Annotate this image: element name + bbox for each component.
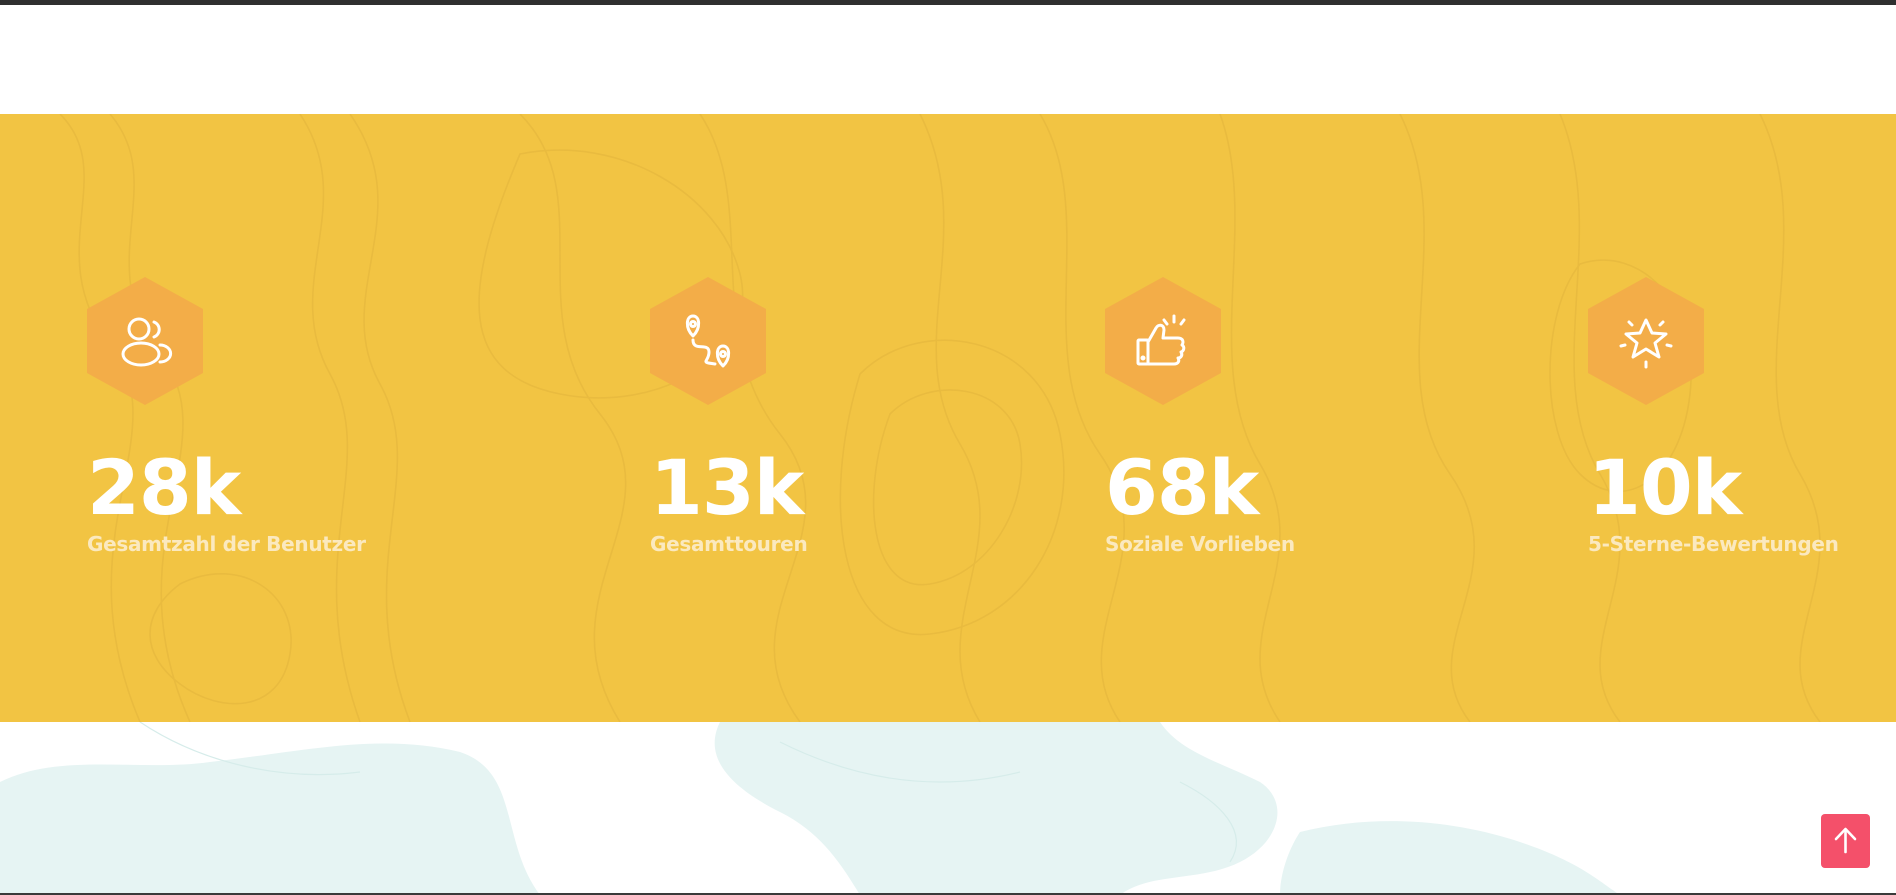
stat-ratings-label: 5-Sterne-Bewertungen [1588,532,1839,556]
stat-tours: 13k Gesamttouren [650,277,1010,556]
world-map-background [0,722,1620,895]
stat-tours-value: 13k [650,443,804,532]
stat-users: 28k Gesamtzahl der Benutzer [87,277,447,556]
stat-likes-label: Soziale Vorlieben [1105,532,1295,556]
stat-tours-badge [650,277,766,405]
stat-likes-badge [1105,277,1221,405]
star-icon [1619,318,1673,369]
stat-ratings: 10k 5-Sterne-Bewertungen [1588,277,1896,556]
scroll-to-top-button[interactable] [1821,814,1870,868]
arrow-up-icon [1821,814,1870,868]
thumbs-up-icon [1136,314,1186,366]
stat-tours-label: Gesamttouren [650,532,808,556]
stats-section: 28k Gesamtzahl der Benutzer 13k Gesamtto… [0,114,1896,722]
stat-ratings-badge [1588,277,1704,405]
stat-users-value: 28k [87,443,241,532]
users-icon [121,317,173,367]
map-section [0,722,1896,895]
stat-users-label: Gesamtzahl der Benutzer [87,532,366,556]
page-spacer [0,5,1896,114]
route-icon [685,314,731,368]
stat-users-badge [87,277,203,405]
stat-likes-value: 68k [1105,443,1259,532]
stat-ratings-value: 10k [1588,443,1742,532]
stat-likes: 68k Soziale Vorlieben [1105,277,1465,556]
